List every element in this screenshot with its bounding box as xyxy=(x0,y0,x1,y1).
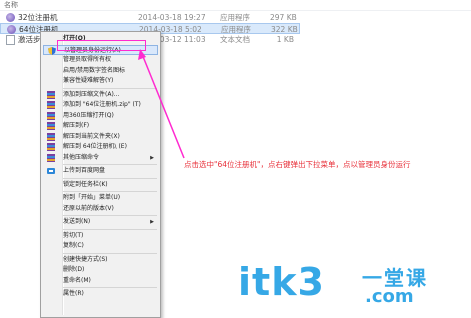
instruction-text: 点击选中"64位注册机"，点右键弹出下拉菜单，点以管理员身份运行 xyxy=(184,160,411,169)
watermark-domain: .com xyxy=(365,286,414,307)
watermark-logo: itk3 xyxy=(238,260,325,304)
